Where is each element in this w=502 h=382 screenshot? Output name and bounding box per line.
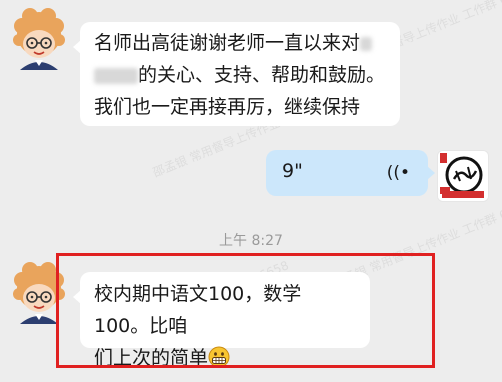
message-line: 名师出高徒谢谢老师一直以来对 <box>94 27 386 59</box>
redacted-name <box>360 36 373 51</box>
message-timestamp: 上午 8:27 <box>219 233 283 249</box>
redacted-name <box>94 67 138 84</box>
highlight-box <box>56 253 435 368</box>
user-avatar-image <box>438 151 488 201</box>
user-avatar[interactable] <box>437 150 489 202</box>
message-line: 我们也一定再接再厉，继续保持 <box>94 96 361 118</box>
teacher-avatar[interactable] <box>8 8 70 70</box>
voice-duration: 9" <box>282 160 303 182</box>
voice-wave-icon: ((• <box>386 163 410 183</box>
message-bubble[interactable]: 名师出高徒谢谢老师一直以来对 的关心、支持、帮助和鼓励。 我们也一定再接再厉，继… <box>73 22 400 126</box>
message-line: 的关心、支持、帮助和鼓励。 <box>94 59 386 91</box>
voice-message-bubble[interactable]: 9" ((• <box>266 150 435 196</box>
